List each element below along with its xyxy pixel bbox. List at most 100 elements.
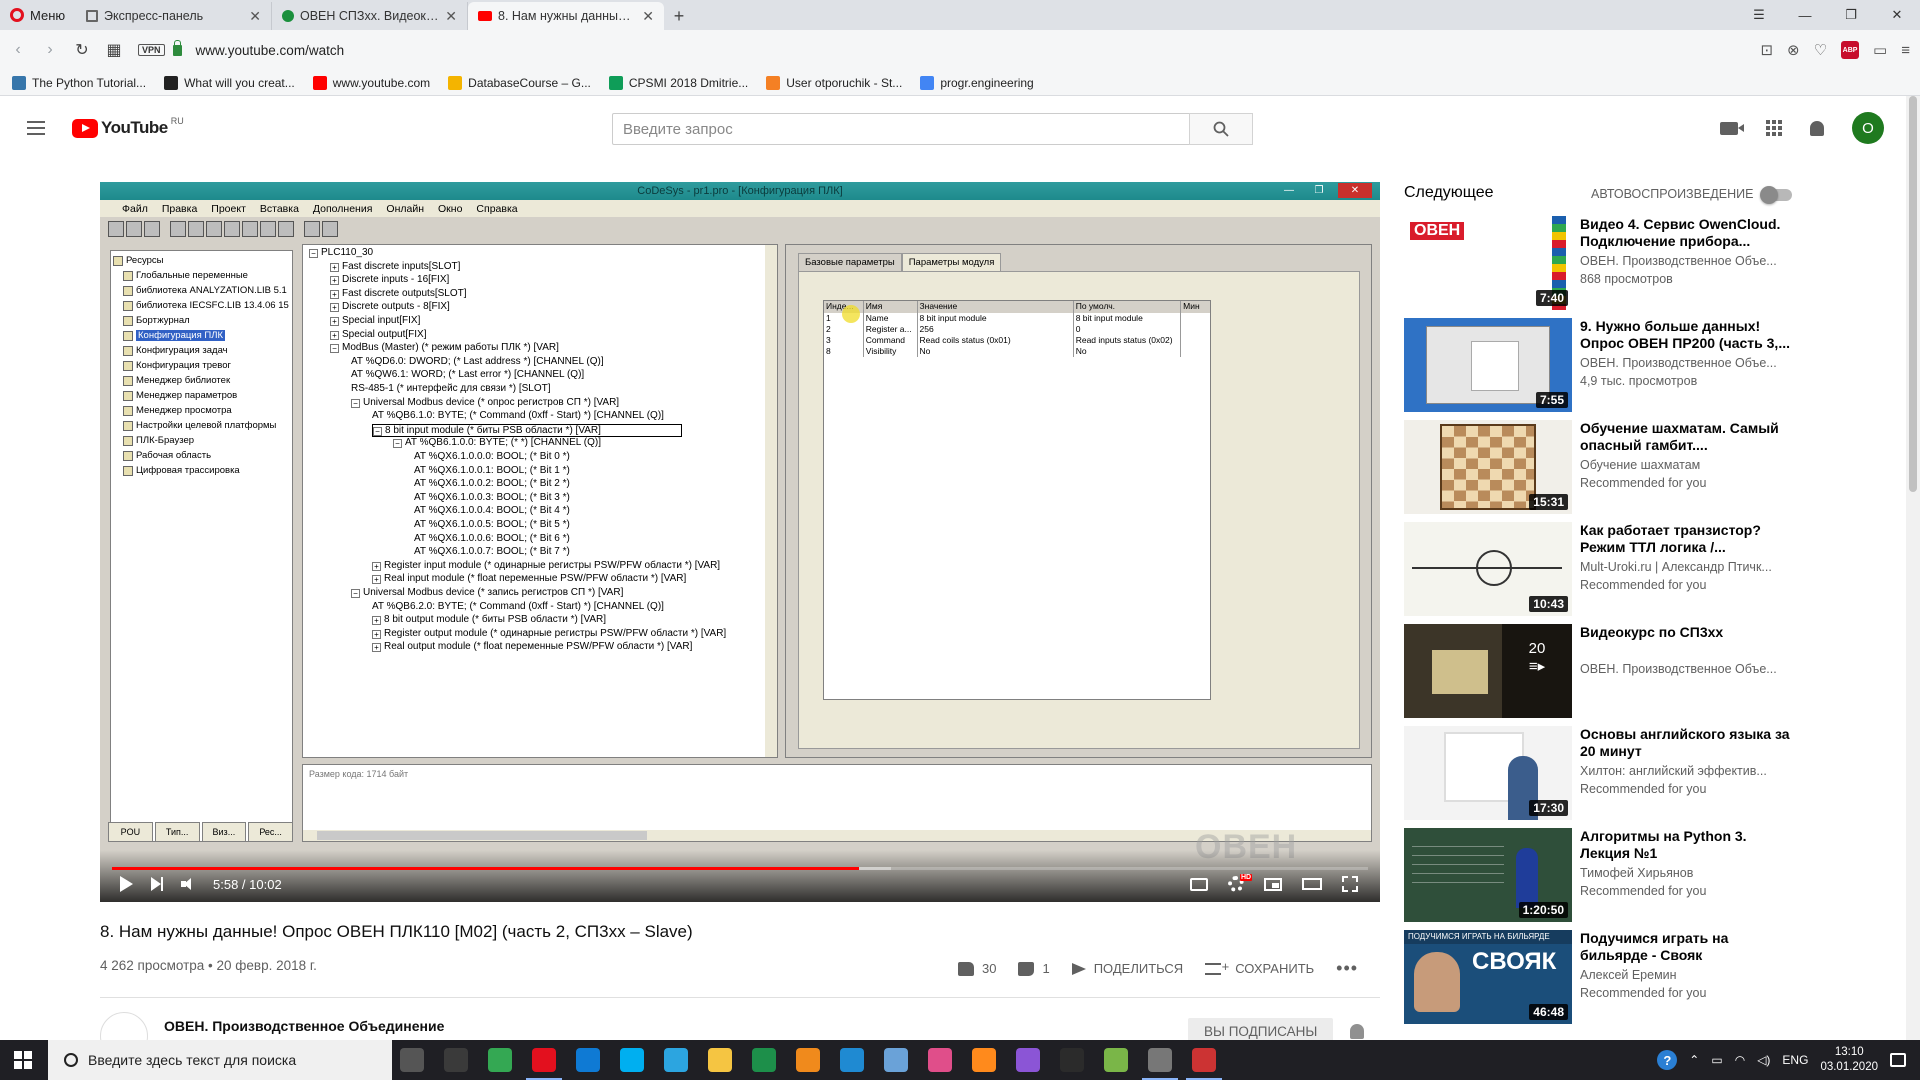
lock-icon[interactable] (172, 39, 182, 56)
adblock-icon[interactable]: ABP (1841, 41, 1860, 59)
orange-app-icon[interactable] (796, 1048, 820, 1072)
bookmark-python[interactable]: The Python Tutorial... (12, 75, 146, 90)
account-avatar[interactable]: О (1852, 112, 1884, 144)
dislike-button[interactable]: 1 (1018, 961, 1050, 976)
subtitles-icon[interactable] (1190, 877, 1208, 891)
tab-close-icon[interactable]: ✕ (642, 8, 654, 25)
recommendation-item[interactable]: ОВЕН 7:40 Видео 4. Сервис OwenCloud. Подкл… (1404, 216, 1804, 310)
page-scrollbar[interactable] (1906, 96, 1920, 1040)
recommendation-item[interactable]: 7:55 9. Нужно больше данных! Опрос ОВЕН П… (1404, 318, 1804, 412)
excel-like-icon[interactable] (752, 1048, 776, 1072)
recommendation-thumbnail[interactable]: 1:20:50 (1404, 828, 1572, 922)
help-icon[interactable]: ? (1657, 1050, 1678, 1070)
browser-tab-1[interactable]: ОВЕН СПЗxx. Видеокурс п ✕ (272, 2, 468, 30)
vscode-icon[interactable] (840, 1048, 864, 1072)
recommendation-item[interactable]: 17:30 Основы английского языка за 20 мину… (1404, 726, 1804, 820)
fullscreen-icon[interactable] (1342, 876, 1358, 892)
create-video-icon[interactable] (1720, 121, 1744, 135)
bookmark-database-course[interactable]: DatabaseCourse – G... (448, 75, 591, 90)
volume-icon[interactable] (181, 878, 195, 890)
recommendation-title[interactable]: 9. Нужно больше данных! Опрос ОВЕН ПР200… (1580, 318, 1792, 352)
new-tab-button[interactable]: + (664, 2, 694, 30)
purple-app-icon[interactable] (1016, 1048, 1040, 1072)
intellij-icon[interactable] (928, 1048, 952, 1072)
youtube-logo[interactable]: YouTube RU (72, 116, 184, 138)
bookmark-youtube[interactable]: www.youtube.com (312, 75, 430, 90)
channel-name[interactable]: ОВЕН. Производственное Объединение (164, 1018, 444, 1034)
recommendation-channel[interactable]: ОВЕН. Производственное Объе... (1580, 356, 1792, 370)
theater-mode-icon[interactable] (1302, 878, 1322, 890)
pycharm-icon[interactable] (1104, 1048, 1128, 1072)
heart-icon[interactable]: ♡ (1814, 41, 1827, 59)
opera-icon[interactable] (526, 1048, 562, 1080)
volume-tray-icon[interactable]: ◁) (1757, 1053, 1770, 1067)
settings-icon[interactable] (1142, 1048, 1178, 1080)
recommendation-title[interactable]: Видеокурс по СП3xx (1580, 624, 1792, 641)
recommendation-channel[interactable]: Обучение шахматам (1580, 458, 1792, 472)
recommendation-thumbnail[interactable]: 15:31 (1404, 420, 1572, 514)
close-window-icon[interactable]: ✕ (1874, 0, 1920, 30)
snapshot-icon[interactable]: ⊡ (1760, 41, 1773, 59)
recommendation-thumbnail[interactable]: ПОДУЧИМСЯ ИГРАТЬ НА БИЛЬЯРДЕ СВОЯК 46:48 (1404, 930, 1572, 1024)
page-scrollbar-thumb[interactable] (1909, 96, 1917, 492)
more-actions-icon[interactable]: ••• (1336, 958, 1358, 979)
recommendation-title[interactable]: Основы английского языка за 20 минут (1580, 726, 1792, 760)
recommendation-item[interactable]: ПОДУЧИМСЯ ИГРАТЬ НА БИЛЬЯРДЕ СВОЯК 46:48 По… (1404, 930, 1804, 1024)
recommendation-channel[interactable]: ОВЕН. Производственное Объе... (1580, 254, 1792, 268)
recommendation-title[interactable]: Видео 4. Сервис OwenCloud. Подключение п… (1580, 216, 1792, 250)
file-explorer-icon[interactable] (708, 1048, 732, 1072)
taskbar-search-input[interactable]: Введите здесь текст для поиска (48, 1040, 392, 1080)
url-field[interactable]: www.youtube.com/watch (196, 43, 345, 58)
power-icon[interactable]: ▭ (1711, 1053, 1722, 1067)
bookmark-cpsmi[interactable]: CPSMI 2018 Dmitrie... (608, 75, 748, 90)
settings-gear-icon[interactable]: HD (1228, 874, 1253, 892)
clock[interactable]: 13:10 03.01.2020 (1820, 1045, 1878, 1075)
opera-menu-button[interactable]: Меню (0, 0, 76, 30)
share-button[interactable]: Поделиться (1071, 961, 1183, 976)
miniplayer-icon[interactable] (1264, 877, 1282, 891)
tab-menu-icon[interactable]: ☰ (1736, 0, 1782, 30)
video-player[interactable]: CoDeSys - pr1.pro - [Конфигурация ПЛК] —… (100, 182, 1380, 902)
tab-close-icon[interactable]: ✕ (249, 8, 261, 25)
minimize-icon[interactable]: — (1782, 0, 1828, 30)
search-input[interactable]: Введите запрос (612, 113, 1190, 145)
wifi-icon[interactable]: ◠ (1735, 1053, 1745, 1067)
chrome-icon[interactable] (488, 1048, 512, 1072)
task-view-icon[interactable] (400, 1048, 424, 1072)
save-button[interactable]: Сохранить (1205, 959, 1314, 976)
recommendation-thumbnail[interactable]: 17:30 (1404, 726, 1572, 820)
recommendation-title[interactable]: Подучимся играть на бильярде - Свояк (1580, 930, 1792, 964)
search-button[interactable] (1189, 113, 1253, 145)
recommendation-channel[interactable]: Алексей Еремин (1580, 968, 1792, 982)
apps-grid-icon[interactable] (1766, 120, 1782, 136)
calculator-icon[interactable] (444, 1048, 468, 1072)
vpn-badge[interactable]: VPN (138, 44, 165, 56)
recommendation-channel[interactable]: Тимофей Хирьянов (1580, 866, 1792, 880)
recommendation-thumbnail[interactable]: 7:55 (1404, 318, 1572, 412)
tray-chevron-icon[interactable]: ⌃ (1689, 1053, 1699, 1067)
windows-start-icon[interactable] (14, 1051, 32, 1069)
language-indicator[interactable]: ENG (1782, 1053, 1808, 1067)
tab-close-icon[interactable]: ✕ (445, 8, 457, 25)
box-app-icon[interactable] (884, 1048, 908, 1072)
skype-icon[interactable] (620, 1048, 644, 1072)
like-button[interactable]: 30 (958, 961, 996, 976)
recommendation-item[interactable]: 20 ≡▸ Видеокурс по СП3xx ОВЕН. Производстве… (1404, 624, 1804, 718)
codesys-icon[interactable] (1186, 1048, 1222, 1080)
terminal-icon[interactable] (1060, 1048, 1084, 1072)
play-icon[interactable] (120, 876, 133, 892)
browser-tab-2[interactable]: 8. Нам нужны данные! Оп ✕ (468, 2, 664, 30)
maximize-icon[interactable]: ❐ (1828, 0, 1874, 30)
next-video-icon[interactable] (151, 877, 163, 891)
hamburger-menu-icon[interactable] (27, 121, 45, 135)
recommendation-item[interactable]: 15:31 Обучение шахматам. Самый опасный га… (1404, 420, 1804, 514)
forward-icon[interactable]: › (34, 34, 66, 66)
back-icon[interactable]: ‹ (2, 34, 34, 66)
recommendation-thumbnail[interactable]: 10:43 (1404, 522, 1572, 616)
telegram-icon[interactable] (664, 1048, 688, 1072)
notifications-bell-icon[interactable] (1810, 120, 1824, 136)
progress-bar[interactable] (112, 867, 1368, 870)
recommendation-thumbnail[interactable]: ОВЕН 7:40 (1404, 216, 1572, 310)
recommendation-channel[interactable]: Mult-Uroki.ru | Александр Птичк... (1580, 560, 1792, 574)
recommendation-title[interactable]: Алгоритмы на Python 3. Лекция №1 (1580, 828, 1792, 862)
